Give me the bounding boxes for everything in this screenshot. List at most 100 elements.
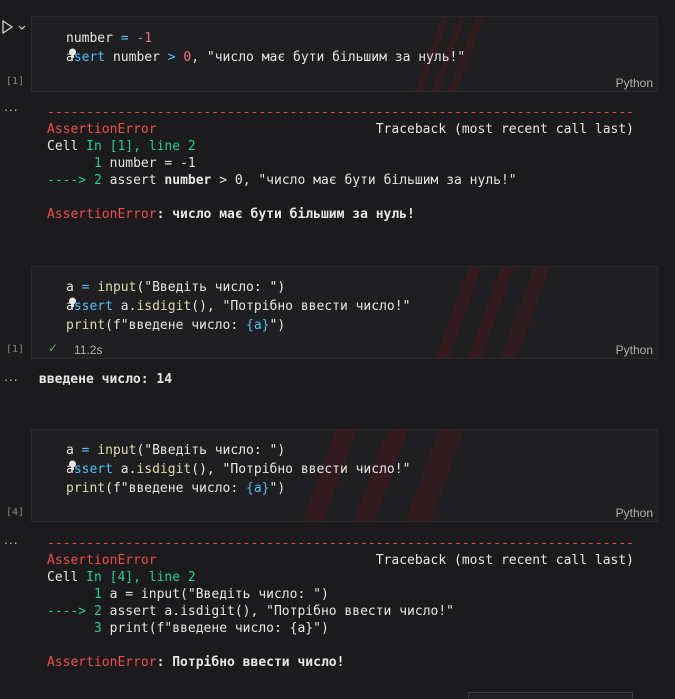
- code-token: a.: [112, 299, 137, 314]
- kernel-language-label[interactable]: Python: [616, 343, 653, 357]
- output-line: Cell In [1], line 2: [47, 138, 196, 155]
- output-menu-icon[interactable]: ...: [4, 368, 19, 384]
- output-line: ----> 2 assert a.isdigit(), "Потрібно вв…: [47, 603, 454, 620]
- output-token: number: [164, 173, 212, 188]
- lightbulb-icon[interactable]: [68, 48, 77, 59]
- output-token: Traceback (most recent call last): [156, 553, 635, 568]
- code-token: a: [66, 443, 74, 458]
- output-line: 1 number = -1: [47, 155, 196, 172]
- output-line: Cell In [4], line 2: [47, 569, 196, 586]
- code-token: input: [97, 280, 137, 295]
- code-token: print: [66, 481, 106, 496]
- code-token: "): [269, 318, 286, 333]
- execution-count: [4]: [6, 507, 25, 518]
- code-line[interactable]: a = input("Введіть число: "): [66, 441, 285, 460]
- output-line: AssertionError Traceback (most recent ca…: [47, 552, 634, 569]
- output-token: In [4], line 2: [86, 570, 196, 585]
- code-token: ("Введіть число: "): [136, 280, 286, 295]
- code-token: {a}: [246, 481, 270, 496]
- output-token: Cell: [47, 570, 87, 585]
- output-line: введене число: 14: [39, 371, 172, 388]
- code-token: =: [73, 443, 98, 458]
- output-token: : число має бути більшим за нуль!: [156, 207, 415, 222]
- code-cell-1[interactable]: number = -1 asert number > 0, "число має…: [31, 16, 658, 92]
- output-token: [47, 621, 94, 636]
- output-token: Cell: [47, 139, 87, 154]
- code-token: ssert: [73, 299, 113, 314]
- code-token: ssert: [73, 462, 113, 477]
- success-check-icon: ✓: [48, 341, 59, 355]
- code-line[interactable]: a = input("Введіть число: "): [66, 278, 285, 297]
- kernel-language-label[interactable]: Python: [616, 76, 653, 90]
- output-token: AssertionError: [47, 207, 157, 222]
- execution-count: [1]: [6, 76, 25, 87]
- code-token: >: [167, 50, 176, 65]
- code-token: a.: [112, 462, 137, 477]
- output-token: In [1], line 2: [86, 139, 196, 154]
- code-token: ("Введіть число: "): [136, 443, 286, 458]
- execution-time: 11.2s: [74, 343, 103, 357]
- code-token: number: [105, 50, 168, 65]
- output-line: ----------------------------------------…: [47, 535, 634, 552]
- code-line[interactable]: asert number > 0, "число має бути більши…: [66, 48, 465, 67]
- output-token: ----------------------------------------…: [47, 105, 634, 120]
- code-token: sert: [73, 50, 106, 65]
- code-token: (), "Потрібно ввести число!": [191, 299, 411, 314]
- scroll-widget[interactable]: [468, 692, 633, 699]
- code-cell-3[interactable]: a = input("Введіть число: ") assert a.is…: [31, 429, 658, 522]
- output-menu-icon[interactable]: ...: [4, 98, 19, 114]
- code-cell-2[interactable]: a = input("Введіть число: ") assert a.is…: [31, 266, 658, 359]
- code-token: 0: [175, 50, 192, 65]
- code-line[interactable]: assert a.isdigit(), "Потрібно ввести чис…: [66, 297, 410, 316]
- output-token: ----> 2: [47, 173, 102, 188]
- output-token: 3: [93, 621, 102, 636]
- code-line[interactable]: number = -1: [66, 29, 152, 48]
- output-menu-icon[interactable]: ...: [4, 531, 19, 547]
- kernel-language-label[interactable]: Python: [616, 506, 653, 520]
- code-token: print: [66, 318, 106, 333]
- code-token: "): [269, 481, 286, 496]
- output-line: 3 print(f"введене число: {a}"): [47, 620, 329, 637]
- code-line[interactable]: assert a.isdigit(), "Потрібно ввести чис…: [66, 460, 410, 479]
- output-token: > 0, "число має бути більшим за нуль!": [211, 173, 517, 188]
- output-line: AssertionError: Потрібно ввести число!: [47, 654, 344, 671]
- lightbulb-icon[interactable]: [68, 460, 77, 471]
- output-line: AssertionError Traceback (most recent ca…: [47, 121, 634, 138]
- code-token: {a}: [246, 318, 270, 333]
- output-token: assert: [101, 173, 165, 188]
- output-token: [47, 156, 94, 171]
- output-token: Traceback (most recent call last): [156, 122, 635, 137]
- code-line[interactable]: print(f"введене число: {a}"): [66, 316, 285, 335]
- code-line[interactable]: print(f"введене число: {a}"): [66, 479, 285, 498]
- output-token: 1: [93, 587, 102, 602]
- output-token: введене число: 14: [39, 372, 173, 387]
- output-token: ----> 2: [47, 604, 102, 619]
- code-token: , "число має бути більшим за нуль!": [191, 50, 466, 65]
- code-token: =: [73, 280, 98, 295]
- output-token: : Потрібно ввести число!: [156, 655, 345, 670]
- output-token: assert a.isdigit(), "Потрібно ввести чис…: [101, 604, 454, 619]
- output-line: ----------------------------------------…: [47, 104, 634, 121]
- code-token: -1: [136, 31, 153, 46]
- code-token: number: [66, 31, 113, 46]
- output-token: AssertionError: [47, 122, 157, 137]
- code-token: =: [112, 31, 137, 46]
- output-token: AssertionError: [47, 553, 157, 568]
- execution-count: [1]: [6, 344, 25, 355]
- output-token: AssertionError: [47, 655, 157, 670]
- output-token: a = input("Введіть число: "): [101, 587, 329, 602]
- output-token: ----------------------------------------…: [47, 536, 634, 551]
- output-token: [47, 587, 94, 602]
- code-token: (f"введене число:: [105, 318, 247, 333]
- code-token: isdigit: [136, 462, 192, 477]
- code-token: a: [66, 280, 74, 295]
- code-token: (), "Потрібно ввести число!": [191, 462, 411, 477]
- code-token: input: [97, 443, 137, 458]
- output-line: 1 a = input("Введіть число: "): [47, 586, 329, 603]
- lightbulb-icon[interactable]: [68, 297, 77, 308]
- output-token: number = -1: [101, 156, 196, 171]
- output-line: ----> 2 assert number > 0, "число має бу…: [47, 172, 517, 189]
- output-line: AssertionError: число має бути більшим з…: [47, 206, 415, 223]
- run-cell-button[interactable]: [0, 18, 30, 38]
- code-token: isdigit: [136, 299, 192, 314]
